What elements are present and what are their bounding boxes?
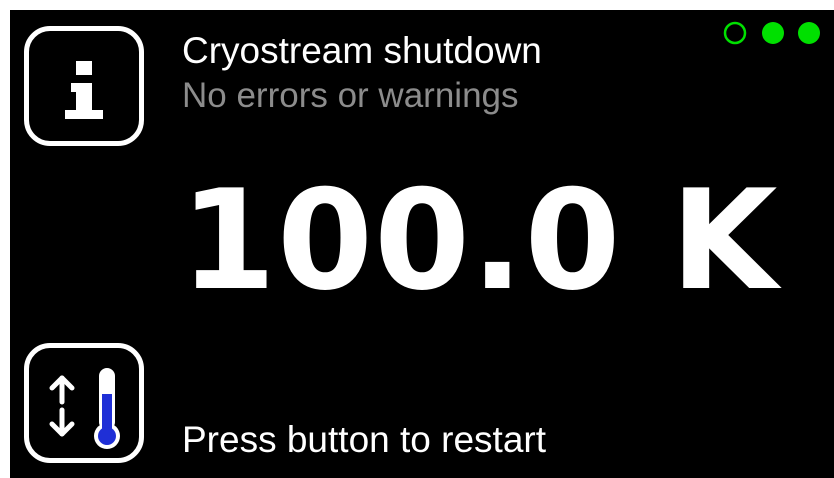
temperature-adjust-button[interactable] [24, 343, 144, 463]
cryostream-display: Cryostream shutdown No errors or warning… [10, 10, 834, 478]
down-arrow-icon [49, 407, 75, 437]
up-arrow-icon [49, 375, 75, 405]
status-title: Cryostream shutdown [182, 30, 542, 71]
info-icon [65, 61, 103, 119]
status-indicators [723, 21, 820, 45]
temperature-value: 100.0 [180, 160, 622, 321]
info-button[interactable] [24, 26, 144, 146]
status-subtitle: No errors or warnings [182, 76, 519, 115]
thermometer-arrows-icon [49, 368, 120, 449]
status-dot-2 [762, 22, 784, 44]
temperature-unit: K [670, 160, 779, 321]
status-dot-3 [798, 22, 820, 44]
thermometer-icon [94, 368, 120, 449]
restart-hint: Press button to restart [182, 419, 547, 460]
temperature-readout: 100.0 K [180, 172, 779, 310]
status-dot-1 [723, 21, 747, 45]
